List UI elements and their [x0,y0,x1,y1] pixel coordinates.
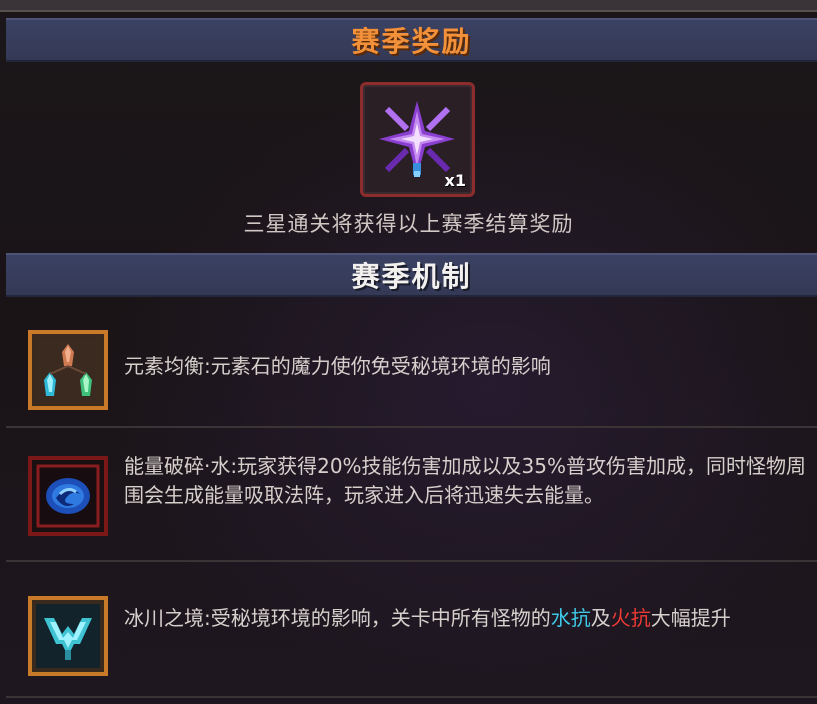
reward-item-slot[interactable]: x1 [360,82,475,197]
fire-resistance-label: 火抗 [610,606,651,630]
glacier-emblem-icon [36,604,100,668]
mechanic-icon-frame [28,456,108,536]
mechanic-icon-frame [28,596,108,676]
blue-energy-swirl-icon [36,464,100,528]
mechanic-text-part: 及 [590,606,611,630]
mechanic-description: 元素均衡:元素石的魔力使你免受秘境环境的影响 [124,354,551,378]
top-border [0,0,817,12]
mechanic-description: 冰川之境:受秘境环境的影响，关卡中所有怪物的水抗及火抗大幅提升 [124,604,809,633]
mechanic-item: 能量破碎·水:玩家获得20%技能伤害加成以及35%普攻伤害加成，同时怪物周围会生… [6,430,817,562]
mechanic-icon-frame [28,330,108,410]
reward-description: 三星通关将获得以上赛季结算奖励 [243,212,574,236]
mechanics-section-header: 赛季机制 [6,253,817,297]
elemental-stones-icon [36,338,100,402]
item-quantity: x1 [444,171,466,190]
mechanic-item: 冰川之境:受秘境环境的影响，关卡中所有怪物的水抗及火抗大幅提升 [6,564,817,698]
reward-section-header: 赛季奖励 [6,18,817,62]
mechanic-description: 能量破碎·水:玩家获得20%技能伤害加成以及35%普攻伤害加成，同时怪物周围会生… [124,454,807,507]
mechanic-text-part: 大幅提升 [650,606,731,630]
mechanic-text-part: 冰川之境:受秘境环境的影响，关卡中所有怪物的 [124,606,551,630]
mechanics-section-title: 赛季机制 [351,260,472,293]
reward-section-title: 赛季奖励 [351,25,472,58]
water-resistance-label: 水抗 [550,606,591,630]
mechanic-item: 元素均衡:元素石的魔力使你免受秘境环境的影响 [6,310,817,428]
